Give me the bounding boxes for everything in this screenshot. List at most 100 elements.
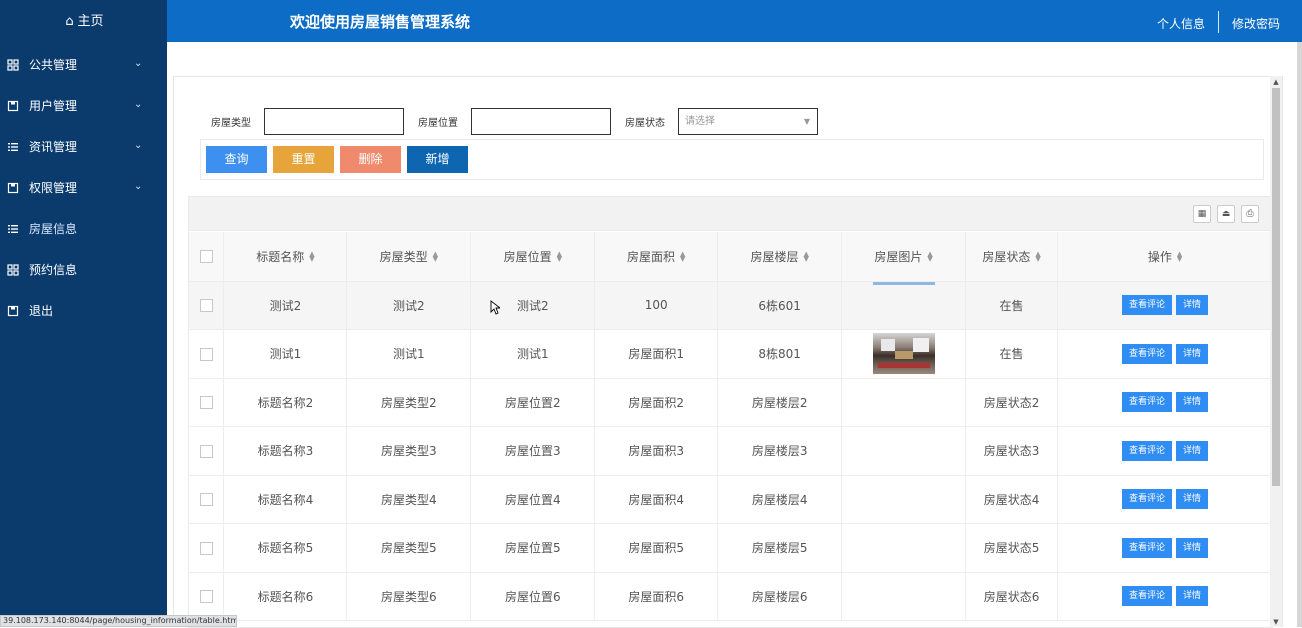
detail-button[interactable]: 详情 [1176,392,1208,412]
column-header-5[interactable]: 房屋图片 ▲▼ [842,232,966,281]
sidebar-item-2[interactable]: 资讯管理⌄ [0,126,167,167]
view-comments-button[interactable]: 查看评论 [1122,295,1172,315]
sort-icon[interactable]: ▲▼ [309,252,314,262]
column-header-0[interactable]: 标题名称▲▼ [224,232,347,281]
print-icon[interactable]: ⎙ [1241,205,1259,223]
detail-button[interactable]: 详情 [1176,344,1208,364]
cell-type: 测试2 [347,281,471,330]
row-select-cell [189,572,224,621]
row-checkbox[interactable] [200,396,213,409]
sidebar-item-6[interactable]: 退出 [0,290,167,331]
cell-actions: 查看评论详情 [1058,475,1273,524]
table-row[interactable]: 标题名称3房屋类型3房屋位置3房屋面积3房屋楼层3房屋状态3查看评论详情 [189,427,1273,476]
columns-filter-icon[interactable]: ▦ [1193,205,1211,223]
house-location-input[interactable] [471,108,611,135]
sort-icon[interactable]: ▲▼ [433,252,438,262]
cell-type: 房屋类型6 [347,572,471,621]
table-header-row: 标题名称▲▼房屋类型▲▼房屋位置▲▼房屋面积▲▼房屋楼层▲▼房屋图片▲▼房屋状态… [189,232,1273,281]
cell-location: 房屋位置6 [471,572,595,621]
save-icon [6,304,20,318]
house-type-input[interactable] [264,108,404,135]
column-header-label: 房屋状态 [982,250,1030,264]
row-checkbox[interactable] [200,348,213,361]
table-row[interactable]: 标题名称5房屋类型5房屋位置5房屋面积5房屋楼层5房屋状态5查看评论详情 [189,524,1273,573]
cell-title: 测试1 [224,330,347,379]
sort-icon[interactable]: ▲▼ [927,252,932,262]
detail-button[interactable]: 详情 [1176,295,1208,315]
column-header-label: 房屋图片 [874,250,922,264]
house-photo[interactable] [873,333,935,374]
cell-actions: 查看评论详情 [1058,427,1273,476]
column-header-6[interactable]: 房屋状态 ▲▼ [966,232,1058,281]
detail-button[interactable]: 详情 [1176,489,1208,509]
cell-actions: 查看评论详情 [1058,330,1273,379]
cell-floor: 房屋楼层2 [718,378,842,427]
cell-area: 房屋面积2 [595,378,718,427]
row-select-cell [189,330,224,379]
table-row[interactable]: 标题名称4房屋类型4房屋位置4房屋面积4房屋楼层4房屋状态4查看评论详情 [189,475,1273,524]
table-body: 测试2测试2测试21006栋601在售查看评论详情测试1测试1测试1房屋面积18… [189,281,1273,621]
view-comments-button[interactable]: 查看评论 [1122,392,1172,412]
sidebar-item-0[interactable]: 公共管理⌄ [0,44,167,85]
column-header-label: 房屋面积 [627,250,675,264]
view-comments-button[interactable]: 查看评论 [1122,344,1172,364]
delete-button[interactable]: 删除 [340,146,401,173]
sort-icon[interactable]: ▲▼ [680,252,685,262]
row-checkbox[interactable] [200,590,213,603]
add-button[interactable]: 新增 [407,146,468,173]
detail-button[interactable]: 详情 [1176,441,1208,461]
detail-button[interactable]: 详情 [1176,538,1208,558]
cell-image [842,524,966,573]
view-comments-button[interactable]: 查看评论 [1122,538,1172,558]
sort-icon[interactable]: ▲▼ [1035,252,1040,262]
view-comments-button[interactable]: 查看评论 [1122,586,1172,606]
table-row[interactable]: 测试2测试2测试21006栋601在售查看评论详情 [189,281,1273,330]
sidebar-item-label: 用户管理 [29,97,77,114]
reset-button[interactable]: 重置 [273,146,334,173]
table-row[interactable]: 标题名称6房屋类型6房屋位置6房屋面积6房屋楼层6房屋状态6查看评论详情 [189,572,1273,621]
cell-area: 100 [595,281,718,330]
sort-icon[interactable]: ▲▼ [557,252,562,262]
column-header-2[interactable]: 房屋位置▲▼ [471,232,595,281]
column-header-1[interactable]: 房屋类型▲▼ [347,232,471,281]
scrollbar-thumb[interactable] [1272,88,1280,486]
table-row[interactable]: 标题名称2房屋类型2房屋位置2房屋面积2房屋楼层2房屋状态2查看评论详情 [189,378,1273,427]
column-header-3[interactable]: 房屋面积 ▲▼ [595,232,718,281]
house-location-label: 房屋位置 [418,114,458,129]
column-header-4[interactable]: 房屋楼层▲▼ [718,232,842,281]
profile-link[interactable]: 个人信息 [1157,15,1205,33]
row-checkbox[interactable] [200,445,213,458]
column-header-7[interactable]: 操作▲▼ [1058,232,1273,281]
sort-icon[interactable]: ▲▼ [803,252,808,262]
table-toolbar: ▦ ⏏ ⎙ [189,197,1272,231]
vertical-scrollbar[interactable]: ▲ ▼ [1270,76,1282,627]
sidebar-item-label: 公共管理 [29,56,77,73]
row-checkbox[interactable] [200,299,213,312]
row-checkbox[interactable] [200,493,213,506]
scroll-up-icon[interactable]: ▲ [1270,77,1282,87]
sidebar-item-4[interactable]: 房屋信息 [0,208,167,249]
row-checkbox[interactable] [200,542,213,555]
sidebar: ⌂主页 公共管理⌄用户管理⌄资讯管理⌄权限管理⌄房屋信息预约信息退出 [0,0,167,627]
view-comments-button[interactable]: 查看评论 [1122,441,1172,461]
sidebar-item-1[interactable]: 用户管理⌄ [0,85,167,126]
sidebar-item-3[interactable]: 权限管理⌄ [0,167,167,208]
select-all-checkbox[interactable] [200,250,213,263]
change-password-link[interactable]: 修改密码 [1232,15,1280,33]
cell-status: 房屋状态5 [966,524,1058,573]
query-button[interactable]: 查询 [206,146,267,173]
sidebar-item-5[interactable]: 预约信息 [0,249,167,290]
mouse-cursor-icon [490,300,500,315]
search-form: 房屋类型 房屋位置 房屋状态 请选择 ▼ [211,108,818,135]
table-row[interactable]: 测试1测试1测试1房屋面积18栋801在售查看评论详情 [189,330,1273,379]
scroll-down-icon[interactable]: ▼ [1270,617,1282,627]
house-status-select[interactable]: 请选择 ▼ [678,108,818,135]
export-icon[interactable]: ⏏ [1217,205,1235,223]
view-comments-button[interactable]: 查看评论 [1122,489,1172,509]
home-link[interactable]: ⌂主页 [0,0,167,44]
cell-title: 标题名称4 [224,475,347,524]
sort-icon[interactable]: ▲▼ [1177,252,1182,262]
detail-button[interactable]: 详情 [1176,586,1208,606]
page-title: 欢迎使用房屋销售管理系统 [290,11,470,32]
house-photo-cropped[interactable] [873,282,935,285]
